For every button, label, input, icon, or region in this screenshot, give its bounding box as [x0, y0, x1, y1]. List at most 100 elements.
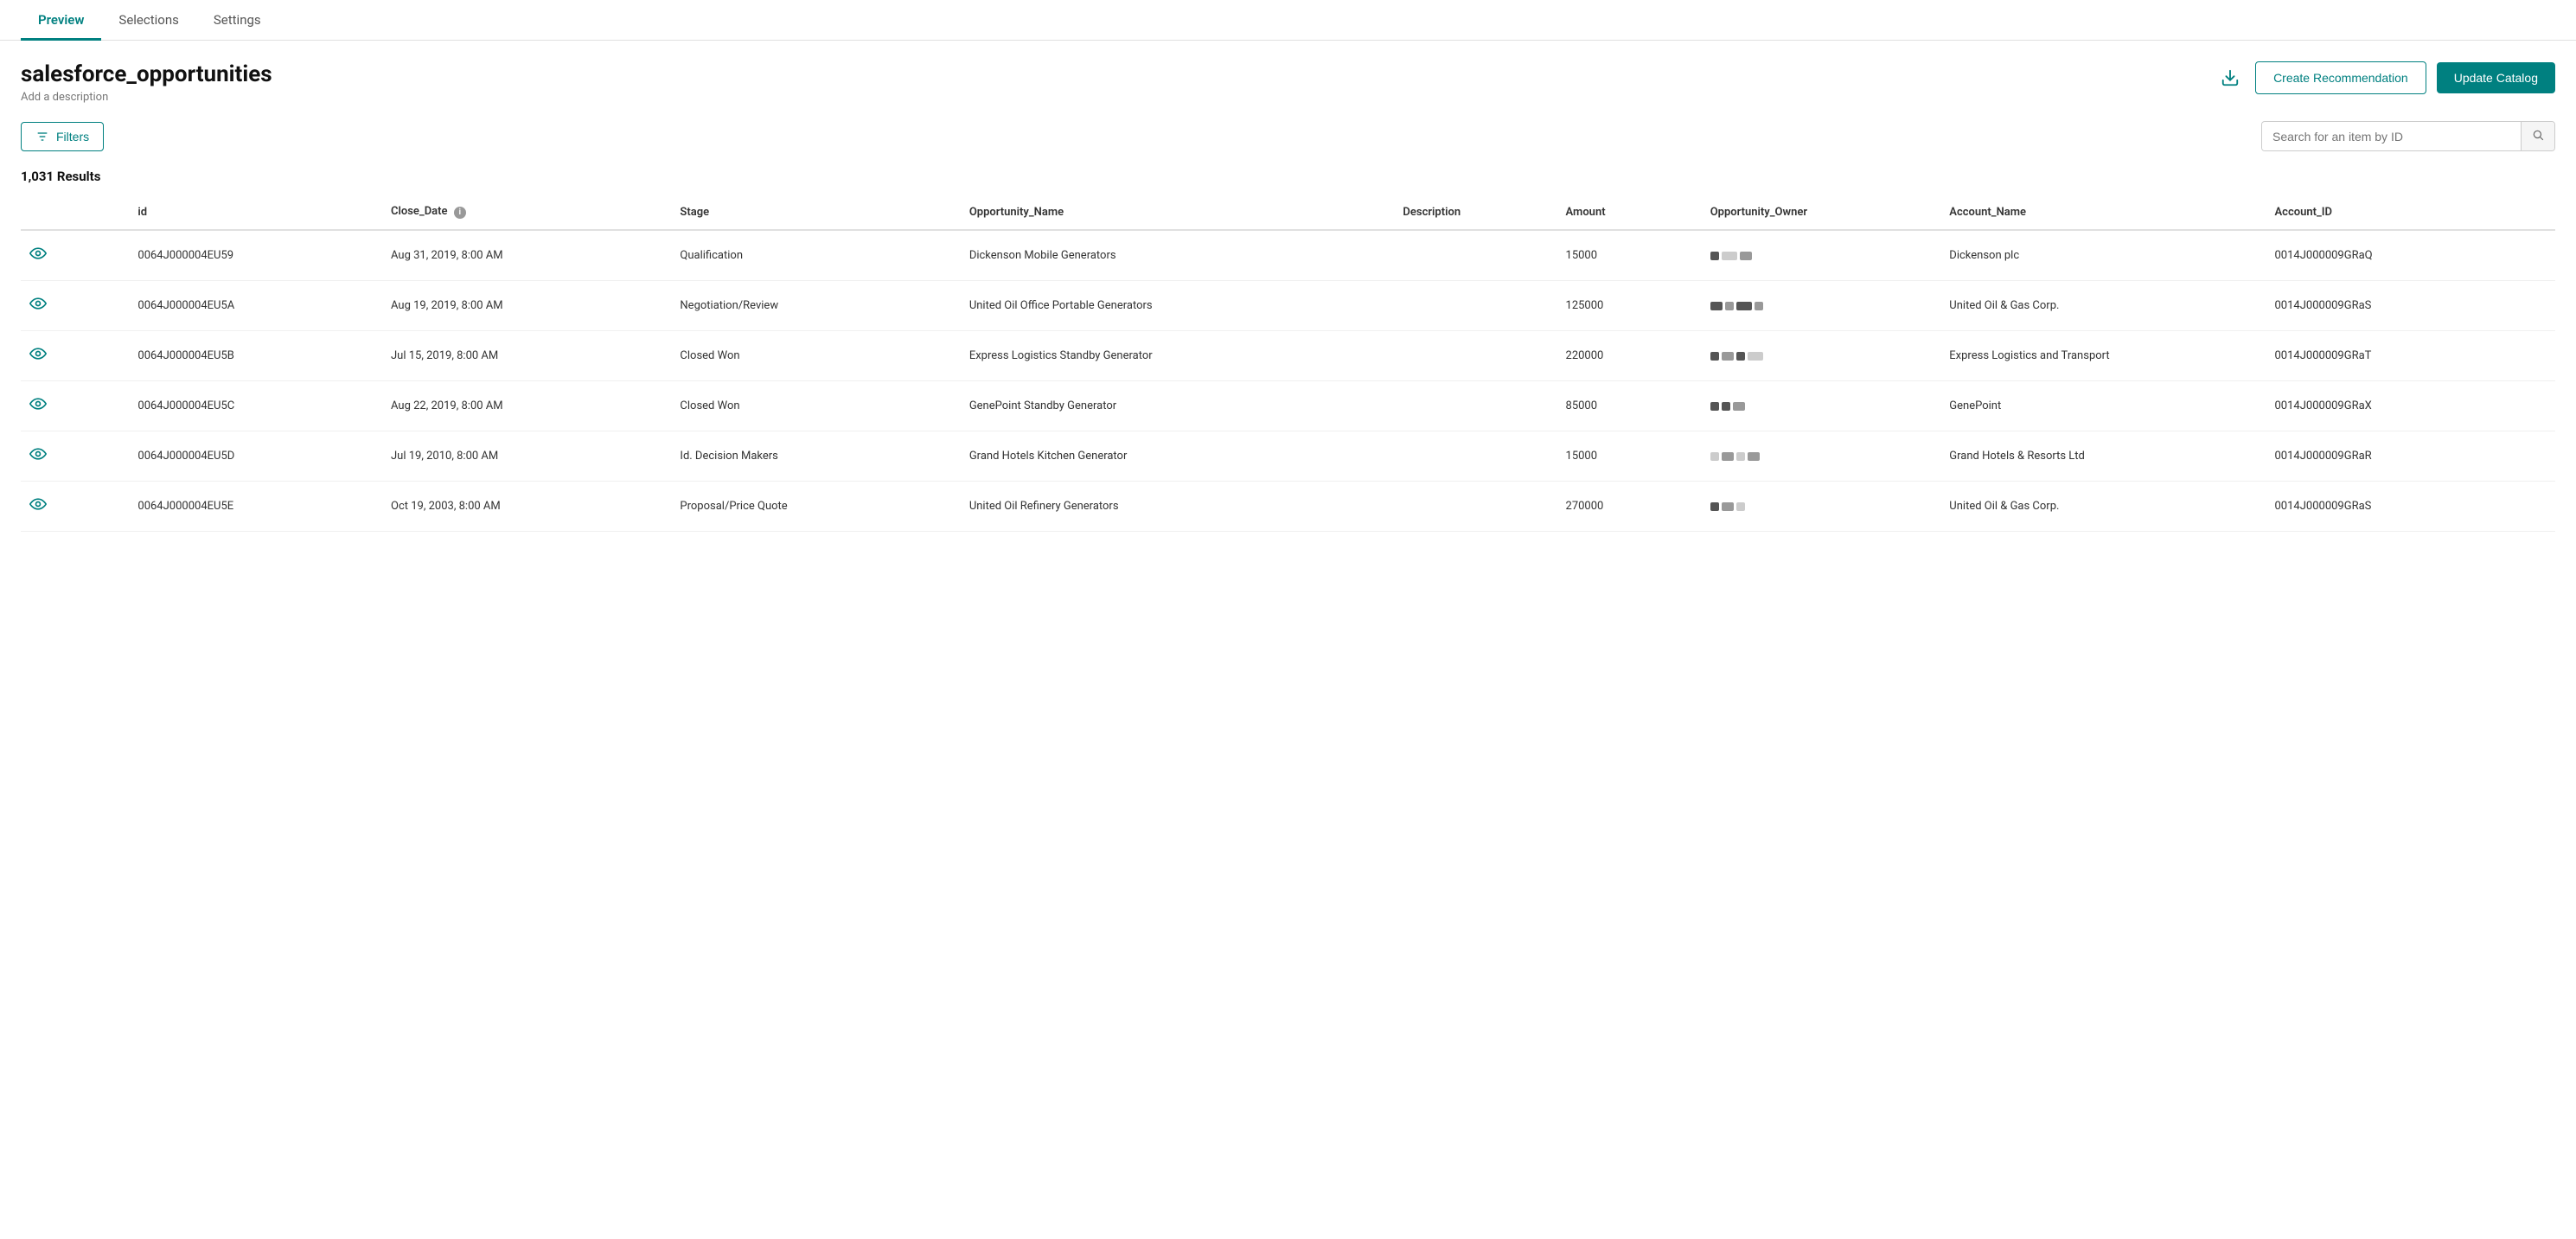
search-box [2261, 121, 2555, 151]
col-header-id: id [129, 195, 382, 230]
table-container: id Close_Date i Stage Opportunity_Name D… [0, 195, 2576, 532]
filters-label: Filters [56, 130, 89, 144]
page-title: salesforce_opportunities [21, 61, 272, 87]
search-button[interactable] [2521, 122, 2554, 150]
cell-account-name: Grand Hotels & Resorts Ltd [1940, 431, 2266, 482]
row-eye-icon[interactable] [29, 449, 47, 467]
close-date-info-icon[interactable]: i [454, 207, 466, 219]
col-header-opportunity-name: Opportunity_Name [961, 195, 1395, 230]
row-eye-icon[interactable] [29, 399, 47, 417]
filter-icon [35, 130, 49, 144]
owner-avatar-block [1736, 502, 1745, 511]
cell-account-id: 0014J000009GRaT [2266, 331, 2556, 381]
cell-stage: Closed Won [671, 331, 960, 381]
owner-avatar-block [1725, 302, 1734, 310]
data-table: id Close_Date i Stage Opportunity_Name D… [21, 195, 2555, 532]
col-header-amount: Amount [1557, 195, 1702, 230]
cell-stage: Qualification [671, 230, 960, 281]
cell-id: 0064J000004EU5D [129, 431, 382, 482]
row-eye-icon[interactable] [29, 499, 47, 517]
col-header-eye [21, 195, 129, 230]
cell-account-id: 0014J000009GRaR [2266, 431, 2556, 482]
table-header-row: id Close_Date i Stage Opportunity_Name D… [21, 195, 2555, 230]
cell-amount: 220000 [1557, 331, 1702, 381]
cell-opportunity-name: United Oil Office Portable Generators [961, 281, 1395, 331]
tabs-container: Preview Selections Settings [0, 0, 2576, 41]
tab-preview[interactable]: Preview [21, 0, 101, 41]
owner-avatar-block [1710, 402, 1719, 411]
owner-avatar-block [1755, 302, 1763, 310]
owner-avatar-block [1722, 352, 1734, 361]
cell-opportunity-name: GenePoint Standby Generator [961, 381, 1395, 431]
cell-description [1394, 482, 1556, 532]
col-header-opportunity-owner: Opportunity_Owner [1702, 195, 1941, 230]
cell-stage: Negotiation/Review [671, 281, 960, 331]
cell-close-date: Aug 31, 2019, 8:00 AM [382, 230, 671, 281]
cell-account-id: 0014J000009GRaX [2266, 381, 2556, 431]
cell-close-date: Jul 15, 2019, 8:00 AM [382, 331, 671, 381]
download-button[interactable] [2215, 63, 2245, 93]
cell-amount: 15000 [1557, 230, 1702, 281]
cell-account-name: GenePoint [1940, 381, 2266, 431]
cell-close-date: Jul 19, 2010, 8:00 AM [382, 431, 671, 482]
filters-button[interactable]: Filters [21, 122, 104, 151]
cell-opportunity-owner [1702, 331, 1941, 381]
owner-avatar-block [1740, 252, 1752, 260]
cell-description [1394, 381, 1556, 431]
cell-account-name: Express Logistics and Transport [1940, 331, 2266, 381]
cell-opportunity-owner [1702, 482, 1941, 532]
update-catalog-button[interactable]: Update Catalog [2437, 62, 2555, 93]
cell-stage: Proposal/Price Quote [671, 482, 960, 532]
owner-avatar-block [1736, 352, 1745, 361]
cell-id: 0064J000004EU5A [129, 281, 382, 331]
cell-stage: Closed Won [671, 381, 960, 431]
owner-avatar-block [1733, 402, 1745, 411]
table-row: 0064J000004EU5AAug 19, 2019, 8:00 AMNego… [21, 281, 2555, 331]
row-eye-icon[interactable] [29, 348, 47, 367]
cell-stage: Id. Decision Makers [671, 431, 960, 482]
cell-close-date: Aug 22, 2019, 8:00 AM [382, 381, 671, 431]
col-header-description: Description [1394, 195, 1556, 230]
cell-account-name: Dickenson plc [1940, 230, 2266, 281]
row-eye-icon[interactable] [29, 248, 47, 266]
cell-opportunity-owner [1702, 431, 1941, 482]
cell-id: 0064J000004EU59 [129, 230, 382, 281]
tab-settings[interactable]: Settings [196, 0, 278, 41]
owner-avatar-block [1710, 252, 1719, 260]
row-eye-icon[interactable] [29, 298, 47, 316]
owner-avatar-block [1736, 452, 1745, 461]
cell-id: 0064J000004EU5C [129, 381, 382, 431]
cell-account-id: 0014J000009GRaS [2266, 281, 2556, 331]
results-count: 1,031 Results [0, 169, 2576, 195]
cell-opportunity-name: Express Logistics Standby Generator [961, 331, 1395, 381]
col-header-close-date: Close_Date i [382, 195, 671, 230]
col-header-account-name: Account_Name [1940, 195, 2266, 230]
owner-avatar-block [1748, 352, 1763, 361]
cell-id: 0064J000004EU5E [129, 482, 382, 532]
tab-selections[interactable]: Selections [101, 0, 195, 41]
header-actions: Create Recommendation Update Catalog [2215, 61, 2555, 94]
cell-opportunity-owner [1702, 381, 1941, 431]
cell-account-name: United Oil & Gas Corp. [1940, 482, 2266, 532]
owner-avatar-block [1722, 252, 1737, 260]
page-description[interactable]: Add a description [21, 91, 272, 104]
owner-avatar-block [1722, 502, 1734, 511]
owner-avatar-block [1710, 352, 1719, 361]
title-block: salesforce_opportunities Add a descripti… [21, 61, 272, 104]
cell-description [1394, 331, 1556, 381]
cell-opportunity-name: United Oil Refinery Generators [961, 482, 1395, 532]
cell-close-date: Oct 19, 2003, 8:00 AM [382, 482, 671, 532]
cell-opportunity-owner [1702, 281, 1941, 331]
cell-account-name: United Oil & Gas Corp. [1940, 281, 2266, 331]
table-row: 0064J000004EU5BJul 15, 2019, 8:00 AMClos… [21, 331, 2555, 381]
owner-avatar-block [1748, 452, 1760, 461]
owner-avatar-block [1710, 302, 1723, 310]
cell-close-date: Aug 19, 2019, 8:00 AM [382, 281, 671, 331]
cell-opportunity-name: Grand Hotels Kitchen Generator [961, 431, 1395, 482]
search-input[interactable] [2262, 123, 2521, 150]
table-row: 0064J000004EU5DJul 19, 2010, 8:00 AMId. … [21, 431, 2555, 482]
cell-id: 0064J000004EU5B [129, 331, 382, 381]
create-recommendation-button[interactable]: Create Recommendation [2255, 61, 2426, 94]
table-row: 0064J000004EU59Aug 31, 2019, 8:00 AMQual… [21, 230, 2555, 281]
cell-amount: 270000 [1557, 482, 1702, 532]
